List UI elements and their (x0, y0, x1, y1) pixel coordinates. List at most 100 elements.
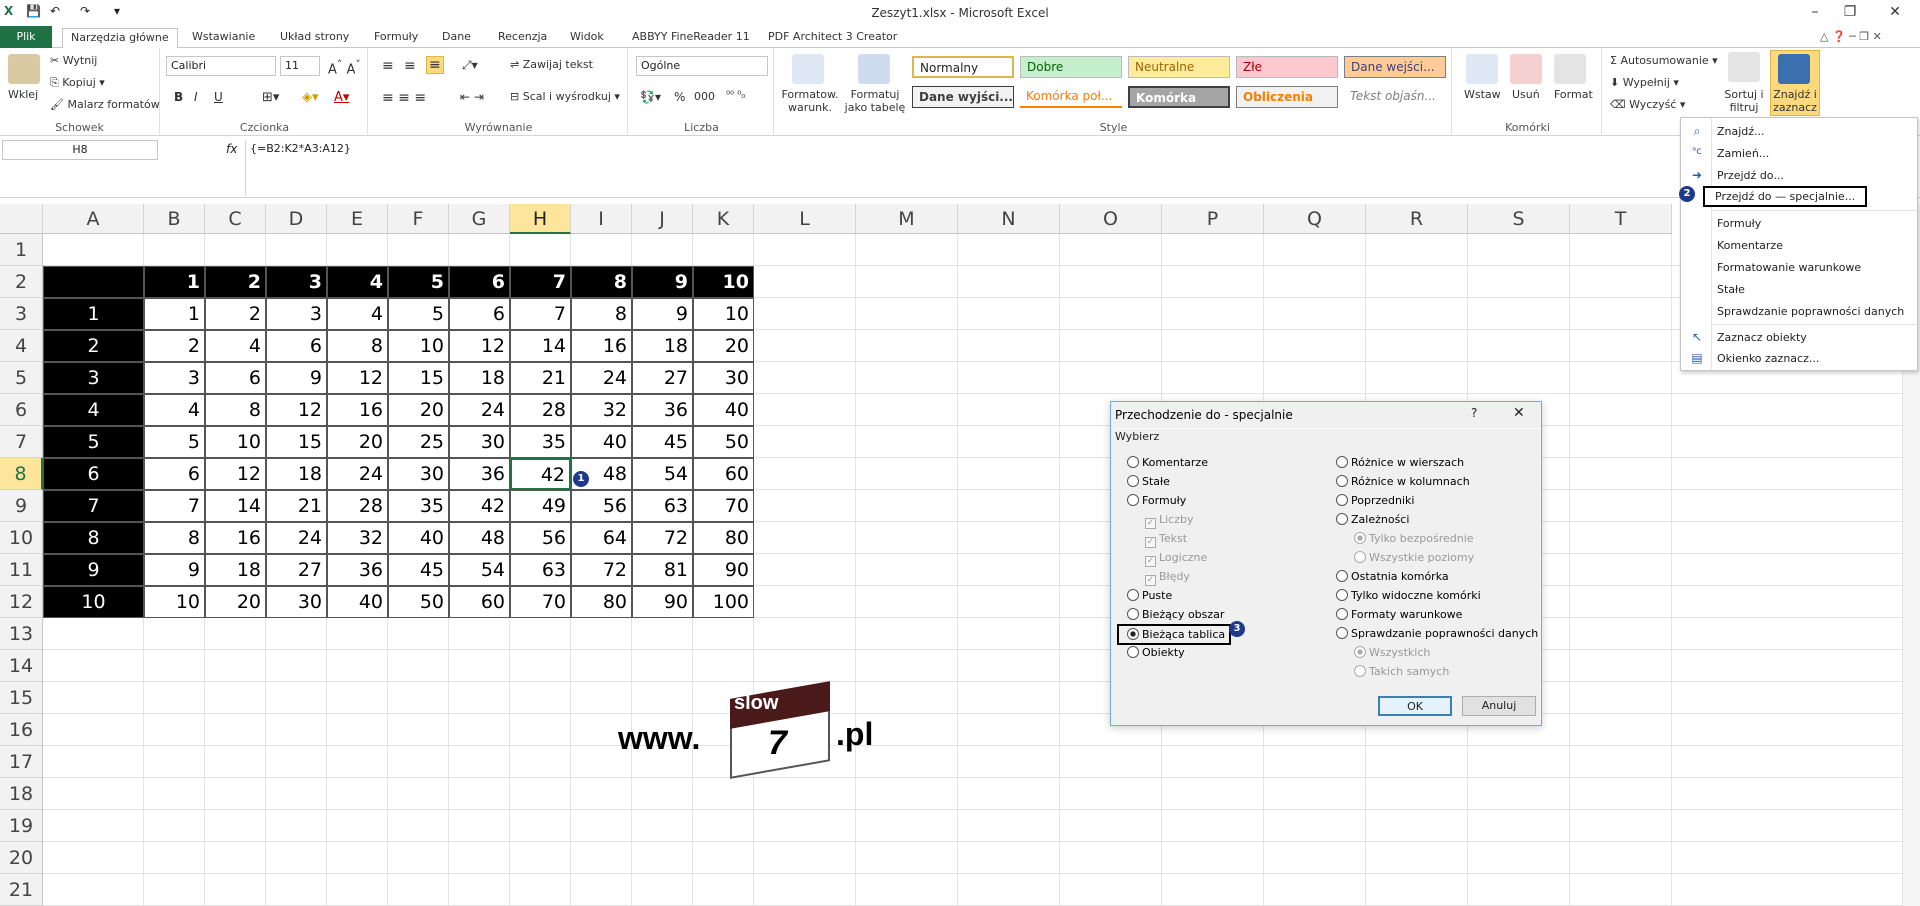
cell-G11[interactable]: 54 (449, 554, 510, 586)
align-left-icon[interactable]: ≡ ≡ ≡ (382, 90, 426, 106)
cell-B6[interactable]: 4 (144, 394, 205, 426)
cell-G4[interactable]: 12 (449, 330, 510, 362)
cell-D4[interactable]: 6 (266, 330, 327, 362)
row-header-18[interactable]: 18 (0, 778, 43, 810)
tab-file[interactable]: Plik (0, 26, 52, 48)
cell-H8[interactable]: 42 (510, 458, 571, 490)
copy-button[interactable]: ⎘ Kopiuj ▾ (50, 76, 105, 90)
option-blanks[interactable]: Puste (1127, 589, 1172, 602)
help-button[interactable]: ? (1471, 406, 1477, 420)
cell-H5[interactable]: 21 (510, 362, 571, 394)
column-header-J[interactable]: J (632, 204, 693, 234)
column-header-O[interactable]: O (1060, 204, 1162, 234)
cell-F7[interactable]: 25 (388, 426, 449, 458)
cell-I4[interactable]: 16 (571, 330, 632, 362)
cell-C8[interactable]: 12 (205, 458, 266, 490)
cell-E7[interactable]: 20 (327, 426, 388, 458)
cell-E2[interactable]: 4 (327, 266, 388, 298)
cell-C12[interactable]: 20 (205, 586, 266, 618)
align-middle-icon[interactable]: ≡ (404, 58, 416, 74)
cell-G8[interactable]: 36 (449, 458, 510, 490)
column-header-S[interactable]: S (1468, 204, 1570, 234)
cell-C9[interactable]: 14 (205, 490, 266, 522)
cell-H10[interactable]: 56 (510, 522, 571, 554)
cell-C10[interactable]: 16 (205, 522, 266, 554)
column-header-I[interactable]: I (571, 204, 632, 234)
cell-F4[interactable]: 10 (388, 330, 449, 362)
cell-H11[interactable]: 63 (510, 554, 571, 586)
cell-D12[interactable]: 30 (266, 586, 327, 618)
cell-I5[interactable]: 24 (571, 362, 632, 394)
merge-center-button[interactable]: ⊟ Scal i wyśrodkuj ▾ (510, 90, 620, 103)
delete-button[interactable]: Usuń (1512, 88, 1540, 101)
format-button[interactable]: Format (1554, 88, 1593, 101)
cell-K12[interactable]: 100 (693, 586, 754, 618)
cell-I2[interactable]: 8 (571, 266, 632, 298)
row-header-8[interactable]: 8 (0, 458, 43, 490)
fill-color-icon[interactable]: ◈▾ (302, 90, 319, 105)
row-header-20[interactable]: 20 (0, 842, 43, 874)
row-header-14[interactable]: 14 (0, 650, 43, 682)
option-conditional-formats[interactable]: Formaty warunkowe (1336, 608, 1462, 621)
option-column-differences[interactable]: Różnice w kolumnach (1336, 475, 1470, 488)
sort-filter-icon[interactable] (1728, 52, 1760, 82)
cell-K11[interactable]: 90 (693, 554, 754, 586)
cell-K7[interactable]: 50 (693, 426, 754, 458)
cell-C6[interactable]: 8 (205, 394, 266, 426)
row-header-5[interactable]: 5 (0, 362, 43, 394)
column-header-Q[interactable]: Q (1264, 204, 1366, 234)
cell-A4[interactable]: 2 (43, 330, 144, 362)
cell-F5[interactable]: 15 (388, 362, 449, 394)
style-explanatory[interactable]: Tekst objaśn... (1344, 86, 1446, 108)
clear-button[interactable]: ⌫ Wyczyść ▾ (1610, 98, 1685, 111)
insert-button[interactable]: Wstaw (1464, 88, 1501, 101)
cell-G12[interactable]: 60 (449, 586, 510, 618)
tab-page-layout[interactable]: Układ strony (272, 28, 357, 48)
cell-C2[interactable]: 2 (205, 266, 266, 298)
option-row-differences[interactable]: Różnice w wierszach (1336, 456, 1464, 469)
cell-H7[interactable]: 35 (510, 426, 571, 458)
font-size-select[interactable]: 11 (280, 56, 320, 76)
conditional-format-icon[interactable] (792, 54, 824, 84)
cell-D10[interactable]: 24 (266, 522, 327, 554)
cell-C3[interactable]: 2 (205, 298, 266, 330)
cell-J7[interactable]: 45 (632, 426, 693, 458)
option-visible-cells[interactable]: Tylko widoczne komórki (1336, 589, 1481, 602)
cell-E11[interactable]: 36 (327, 554, 388, 586)
align-bottom-icon[interactable]: ≡ (426, 56, 444, 74)
format-as-table-icon[interactable] (858, 54, 890, 84)
row-header-2[interactable]: 2 (0, 266, 43, 298)
row-header-6[interactable]: 6 (0, 394, 43, 426)
column-header-K[interactable]: K (693, 204, 754, 234)
option-data-validation[interactable]: Sprawdzanie poprawności danych (1336, 627, 1538, 640)
cell-F9[interactable]: 35 (388, 490, 449, 522)
row-header-13[interactable]: 13 (0, 618, 43, 650)
cell-E8[interactable]: 24 (327, 458, 388, 490)
cell-J6[interactable]: 36 (632, 394, 693, 426)
style-normal[interactable]: Normalny (912, 56, 1014, 78)
cell-E9[interactable]: 28 (327, 490, 388, 522)
tab-formulas[interactable]: Formuły (366, 28, 426, 48)
cell-A10[interactable]: 8 (43, 522, 144, 554)
font-name-select[interactable]: Calibri (166, 56, 276, 76)
column-header-E[interactable]: E (327, 204, 388, 234)
cell-F8[interactable]: 30 (388, 458, 449, 490)
cell-G9[interactable]: 42 (449, 490, 510, 522)
cell-F6[interactable]: 20 (388, 394, 449, 426)
cell-H12[interactable]: 70 (510, 586, 571, 618)
cell-H2[interactable]: 7 (510, 266, 571, 298)
cell-K6[interactable]: 40 (693, 394, 754, 426)
underline-button[interactable]: U (214, 90, 223, 104)
fill-button[interactable]: ⬇ Wypełnij ▾ (1610, 76, 1679, 89)
cell-D9[interactable]: 21 (266, 490, 327, 522)
option-current-array[interactable]: Bieżąca tablica (1117, 624, 1232, 645)
select-all-corner[interactable] (0, 204, 43, 234)
cancel-button[interactable]: Anuluj (1462, 696, 1536, 716)
tab-review[interactable]: Recenzja (490, 28, 555, 48)
grow-font-icon[interactable]: A˄ A˅ (328, 58, 361, 77)
cell-B10[interactable]: 8 (144, 522, 205, 554)
worksheet-grid[interactable]: A B C D E F G H I J K L M N O P Q R S T 1 2 3 4 5 6 7 8 9 10 11 12 13 14 1… (0, 204, 1920, 906)
font-color-icon[interactable]: A▾ (334, 90, 349, 105)
cell-K2[interactable]: 10 (693, 266, 754, 298)
cell-K10[interactable]: 80 (693, 522, 754, 554)
